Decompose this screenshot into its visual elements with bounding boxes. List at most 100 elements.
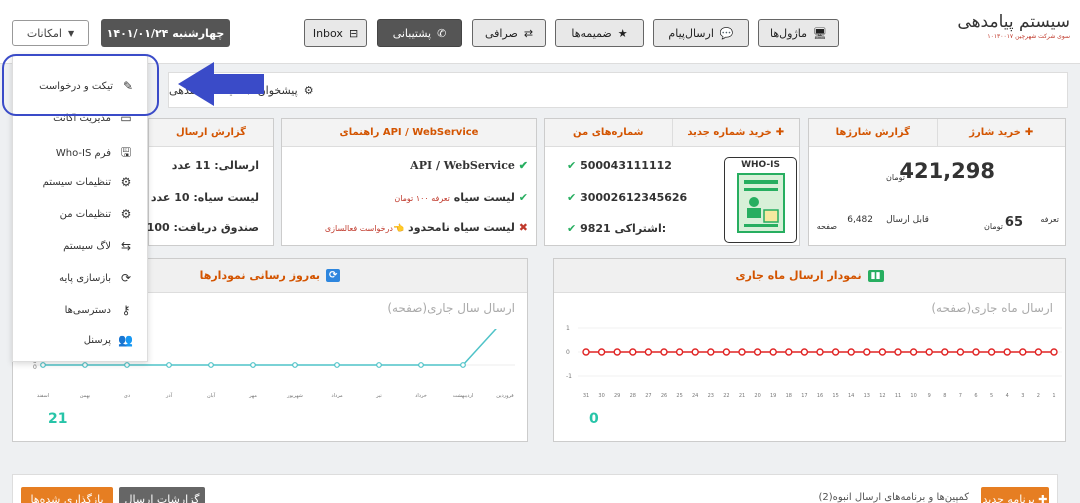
buy-number-tab[interactable]: ✚ خرید شماره جدید [673,119,800,146]
blacklist-count: لیست سیاه: 10 عدد [150,191,259,204]
monthly-chart-subtitle: ارسال ماه جاری(صفحه) [931,301,1053,315]
charge-report-tab[interactable]: گزارش شارژها [809,119,938,146]
api-card: API / WebService راهنمای ✔ API / WebServ… [281,118,537,246]
x-tick-label: 1 [1052,393,1055,399]
features-dropdown-button[interactable]: امکانات ▼ [12,20,89,46]
send-report-button[interactable]: گزارشات ارسال [119,487,205,503]
x-tick-label: 23 [708,393,714,399]
blacklist-label: لیست سیاه [453,191,515,204]
phone-icon: ✆ [437,26,447,40]
date-badge: چهارشنبه ۱۴۰۱/۰۱/۲۴ [101,19,230,47]
data-point [738,348,746,356]
monthly-chart-header: ▮▮ نمودار ارسال ماه جاری [554,259,1065,293]
gear-icon: ⚙ [120,207,132,221]
my-numbers-tab[interactable]: شماره‌های من [545,119,673,146]
number-2: 30002612345626 [580,191,688,204]
whois-button[interactable]: WHO-IS [724,157,797,243]
dropdown-item-label: فرم Who-IS [55,148,111,159]
x-tick-label: خرداد [415,393,427,399]
data-point [863,348,871,356]
data-point [460,362,466,368]
api-item[interactable]: ✔ API / WebService [410,159,528,172]
x-tick-label: 27 [645,393,651,399]
dropdown-item-7[interactable]: ⚷ دسترسی‌ها [65,303,133,317]
dropdown-item-2[interactable]: 🖫 فرم Who-IS [56,143,133,164]
monthly-total: 0 [589,411,599,427]
x-tick-label: بهمن [80,393,90,399]
x-tick-label: اردیبهشت [453,393,474,399]
x-tick-label: 29 [614,393,620,399]
dropdown-item-label: لاگ سیستم [63,240,111,252]
data-point [925,348,933,356]
data-point [629,348,637,356]
y-tick-label: 0 [566,349,570,356]
blacklist-item[interactable]: ✔ لیست سیاه تعرفه ۱۰۰ تومان [394,191,528,204]
dropdown-item-label: تنظیمات من [59,208,111,220]
inbox-button[interactable]: Inbox ⊟ [304,19,367,47]
data-point [800,348,809,356]
x-tick-label: 10 [910,393,916,399]
data-point [597,348,606,356]
modules-button[interactable]: 🖥 ماژول‌ها [758,19,839,47]
api-guide-tab[interactable]: API / WebService راهنمای [282,119,536,146]
support-button[interactable]: ✆ پشتیبانی [377,19,462,47]
send-report-tab[interactable]: گزارش ارسال [149,119,273,146]
tariff-value: 65 [1004,215,1023,230]
save-icon: 🖫 [120,145,132,159]
update-charts-label[interactable]: به‌روز رسانی نمودارها [200,269,320,282]
api-guide-label: API / WebService راهنمای [339,127,479,138]
buy-charge-label: خرید شارژ [969,127,1021,138]
x-tick-label: دی [124,393,130,399]
shared-label: اشتراکی: [614,222,667,235]
data-point [166,362,172,368]
reset-button[interactable]: بازگذاری شده‌ها [21,487,113,503]
number-item-shared[interactable]: ✔ 9821 اشتراکی: [567,222,666,235]
x-tick-label: آبان [207,392,216,399]
dropdown-item-4[interactable]: ⚙ تنظیمات من [60,207,133,221]
x-tick-label: 8 [943,393,946,399]
dropdown-item-5[interactable]: ⇆ لاگ سیستم [63,239,133,253]
my-numbers-label: شماره‌های من [573,127,644,138]
number-1: 500043111112 [580,159,672,172]
x-tick-label: 14 [848,393,854,399]
sendable-label: قابل ارسال [886,215,929,225]
tariff-label: تعرفه [1040,215,1059,224]
breadcrumb: ⚙ پیشخوان / سیستم پیامدهی [168,72,1068,108]
data-point [675,348,684,356]
balance-value: 421,298 [899,159,995,183]
hand-icon: 👈 [392,224,405,234]
number-item-2[interactable]: ✔ 30002612345626 [567,191,687,204]
send-message-button[interactable]: 💬 ارسال‌پیام [653,19,749,47]
exchange-button[interactable]: ⇄ صرافی [472,19,546,47]
api-card-header: API / WebService راهنمای [282,119,536,147]
data-point [334,362,340,368]
x-tick-label: 5 [990,393,993,399]
dropdown-item-3[interactable]: ⚙ تنظیمات سیستم [43,175,133,189]
refresh-icon[interactable]: ⟳ [326,269,341,282]
exchange-label: صرافی [484,26,518,40]
x-tick-label: 16 [817,393,823,399]
app-logo[interactable]: سیستم پیامدهی ۱۰۱۳۰۰۱۷ سوی شرکت شهرچین [957,12,1070,40]
dropdown-item-6[interactable]: ⟳ بازسازی پایه [59,271,133,285]
x-tick-label: 11 [895,393,901,399]
x-tick-label: 24 [692,393,698,399]
document-icon [736,173,785,233]
x-tick-label: 2 [1037,393,1040,399]
activation-request-link[interactable]: درخواست فعالسازی [325,224,393,233]
blacklist-tariff: تعرفه ۱۰۰ تومان [394,194,450,203]
x-tick-label: مهر [248,393,257,399]
dropdown-item-label: تنظیمات سیستم [42,176,111,188]
send-report-header: گزارش ارسال [149,119,273,147]
number-item-1[interactable]: ✔ 500043111112 [567,159,672,172]
buy-charge-tab[interactable]: ✚ خرید شارژ [938,119,1066,146]
plus-icon: ✚ [1038,492,1048,503]
dropdown-item-label: دسترسی‌ها [64,304,111,316]
data-point [582,348,590,356]
x-tick-label: 22 [723,393,729,399]
data-point [847,348,855,356]
x-tick-label: 9 [928,393,931,399]
attachments-button[interactable]: ★ ضمیمه‌ها [555,19,644,47]
dropdown-item-8[interactable]: 👥 پرسنل [84,333,133,347]
log-icon: ⇆ [120,239,132,253]
new-program-button[interactable]: ✚ برنامه جدید [981,487,1049,503]
